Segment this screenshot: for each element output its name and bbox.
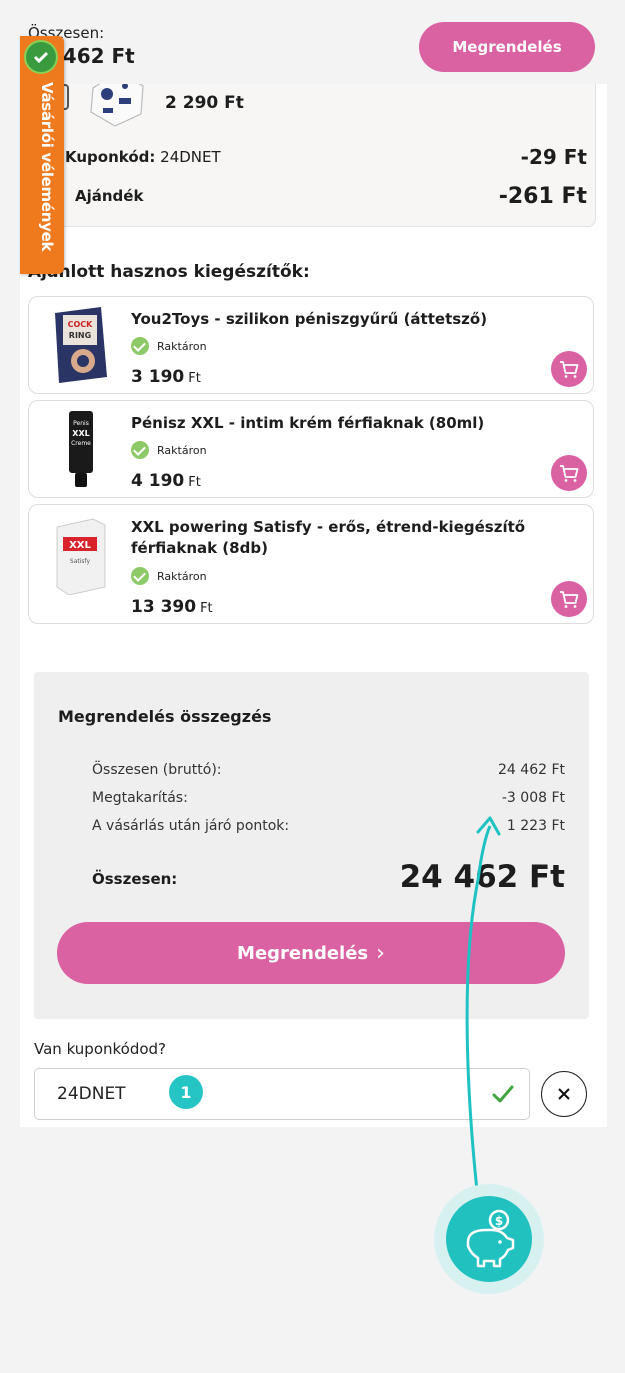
place-order-button[interactable]: Megrendelés › — [57, 922, 565, 984]
stock-label: Raktáron — [157, 339, 207, 353]
product-price: 4 190 Ft — [131, 471, 201, 491]
coupon-row-label: Kuponkód: — [65, 148, 156, 166]
summary-row-label: A vásárlás után járó pontok: — [92, 818, 290, 834]
savings-annotation: $ — [434, 1184, 544, 1294]
in-stock-check-icon — [131, 337, 149, 355]
order-summary-panel: Megrendelés összegzés Összesen (bruttó):… — [34, 672, 589, 1019]
place-order-label: Megrendelés — [237, 942, 369, 964]
svg-text:RING: RING — [69, 331, 91, 340]
product-name[interactable]: You2Toys - szilikon péniszgyűrű (áttetsz… — [131, 309, 531, 330]
add-to-cart-button[interactable] — [551, 351, 587, 387]
svg-text:$: $ — [495, 1214, 503, 1228]
customer-reviews-label: Vásárlói vélemények — [38, 82, 56, 252]
summary-row-label: Összesen (bruttó): — [92, 762, 222, 778]
shopping-cart-icon — [560, 361, 579, 378]
svg-text:Satisfy: Satisfy — [70, 558, 91, 565]
shopping-cart-icon — [560, 591, 579, 608]
recommended-product-card[interactable]: COCK RING You2Toys - szilikon péniszgyűr… — [28, 296, 594, 394]
clear-coupon-button[interactable] — [541, 1071, 587, 1117]
xxl-powering-satisfy-image: XXL Satisfy — [56, 518, 106, 595]
product-price-value: 3 190 — [131, 367, 185, 387]
in-stock-check-icon — [131, 441, 149, 459]
gift-label: Ajándék — [75, 187, 144, 205]
recommended-product-card[interactable]: XXL Satisfy XXL powering Satisfy - erős,… — [28, 504, 594, 624]
sticky-total-bar: Összesen: 24 462 Ft Megrendelés — [20, 14, 607, 84]
in-stock-check-icon — [131, 567, 149, 585]
summary-row-gross: Összesen (bruttó): 24 462 Ft — [92, 762, 565, 778]
coupon-row-code: 24DNET — [160, 148, 221, 166]
piggy-bank-icon: $ — [446, 1196, 532, 1282]
coupon-input[interactable] — [55, 1083, 179, 1105]
trusted-shop-seal-icon — [24, 40, 58, 74]
svg-text:XXL: XXL — [69, 540, 91, 551]
summary-row-value: 1 223 Ft — [506, 818, 565, 834]
coupon-row: Kuponkód: 24DNET — [65, 148, 221, 166]
cart-item-price: 2 290 Ft — [165, 93, 244, 113]
summary-row-value: 24 462 Ft — [498, 762, 565, 778]
step-number-badge: 1 — [169, 1075, 203, 1109]
product-name[interactable]: XXL powering Satisfy - erős, étrend-kieg… — [131, 517, 531, 559]
recommended-title: Ajánlott hasznos kiegészítők: — [28, 262, 310, 282]
product-price-currency: Ft — [188, 475, 201, 490]
recommended-product-card[interactable]: Penis XXL Creme Pénisz XXL - intim krém … — [28, 400, 594, 498]
stock-label: Raktáron — [157, 443, 207, 457]
stock-label: Raktáron — [157, 569, 207, 583]
stock-status: Raktáron — [131, 441, 207, 459]
product-price: 3 190 Ft — [131, 367, 201, 387]
product-price-currency: Ft — [188, 371, 201, 386]
summary-row-label: Megtakarítás: — [92, 790, 188, 806]
stock-status: Raktáron — [131, 567, 207, 585]
product-name[interactable]: Pénisz XXL - intim krém férfiaknak (80ml… — [131, 413, 531, 434]
product-price-value: 4 190 — [131, 471, 185, 491]
summary-row-value: -3 008 Ft — [501, 790, 565, 806]
customer-reviews-tab[interactable]: Vásárlói vélemények — [20, 36, 64, 274]
close-icon — [558, 1088, 570, 1100]
product-price-currency: Ft — [200, 601, 213, 616]
coupon-input-field[interactable]: 1 — [34, 1068, 530, 1120]
svg-text:COCK: COCK — [68, 320, 94, 329]
svg-text:Creme: Creme — [71, 440, 91, 447]
product-price-value: 13 390 — [131, 597, 197, 617]
add-to-cart-button[interactable] — [551, 581, 587, 617]
add-to-cart-button[interactable] — [551, 455, 587, 491]
cart-summary-card: 12 oldalú szexkocka - fehér 2 290 Ft Kup… — [28, 60, 596, 227]
order-summary-title: Megrendelés összegzés — [58, 707, 272, 726]
coupon-question: Van kuponkódod? — [34, 1040, 167, 1058]
summary-row-savings: Megtakarítás: -3 008 Ft — [92, 790, 565, 806]
shopping-cart-icon — [560, 465, 579, 482]
product-price: 13 390 Ft — [131, 597, 213, 617]
cock-ring-product-image: COCK RING — [55, 307, 107, 383]
summary-row-points: A vásárlás után járó pontok: 1 223 Ft — [92, 818, 565, 834]
svg-text:Penis: Penis — [73, 420, 89, 427]
chevron-right-icon: › — [376, 940, 385, 966]
summary-total-label: Összesen: — [92, 870, 178, 888]
coupon-discount-amount: -29 Ft — [520, 145, 587, 169]
valid-check-icon — [492, 1085, 514, 1103]
sticky-order-button[interactable]: Megrendelés — [419, 22, 595, 72]
penis-xxl-cream-image: Penis XXL Creme — [69, 411, 93, 487]
gift-discount-amount: -261 Ft — [498, 184, 587, 209]
stock-status: Raktáron — [131, 337, 207, 355]
summary-total-value: 24 462 Ft — [399, 859, 565, 895]
svg-text:XXL: XXL — [72, 429, 89, 438]
